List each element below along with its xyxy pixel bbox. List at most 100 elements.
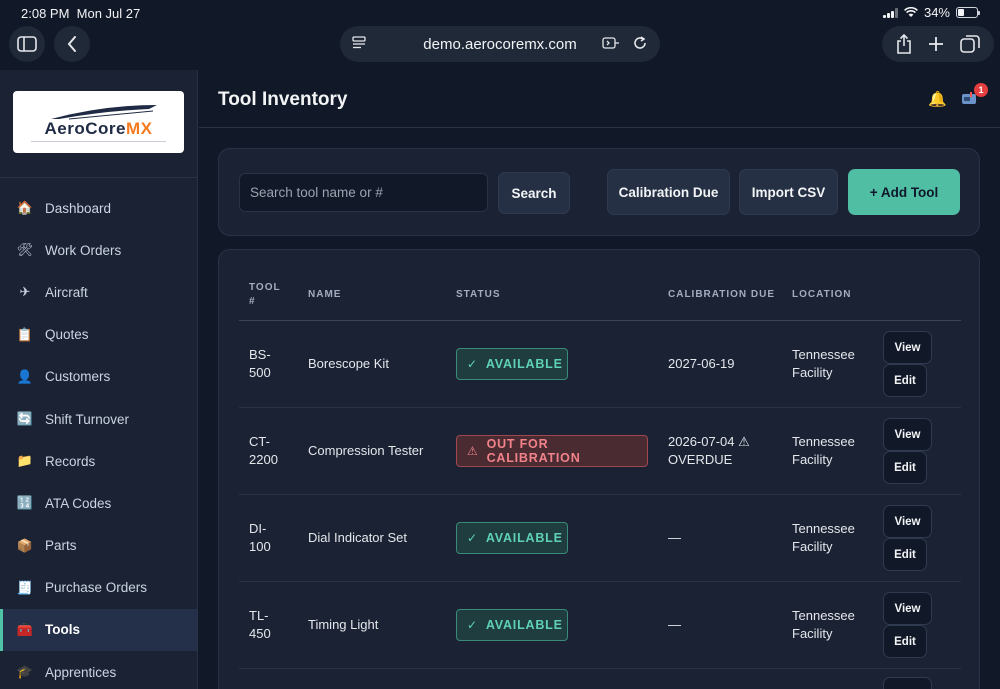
airplane-icon: ✈ [19, 284, 31, 300]
new-tab-icon[interactable] [928, 36, 944, 52]
sidebar-item-tools[interactable]: 🧰 Tools [0, 608, 197, 652]
sidebar-item-records[interactable]: 📁 Records [0, 440, 197, 482]
sidebar-item-label: Parts [45, 538, 77, 554]
view-button[interactable] [883, 677, 932, 689]
table-row: DI-100 Dial Indicator Set ✓ AVAILABLE — Tenne… [239, 495, 961, 582]
view-button[interactable]: View [883, 505, 932, 538]
sidebar-toggle-button[interactable] [9, 26, 45, 62]
calibration-date: 2026-07-04 ⚠ OVERDUE [668, 434, 750, 467]
graduation-cap-icon: 🎓 [16, 664, 34, 680]
numbers-icon: 🔢 [16, 495, 34, 511]
status-badge: ⚠ OUT FOR CALIBRATION [456, 435, 648, 467]
reload-icon[interactable] [632, 35, 648, 51]
column-header-calibration: CALIBRATION DUE [668, 289, 776, 300]
user-icon: 👤 [16, 368, 34, 384]
edit-button[interactable]: Edit [883, 451, 927, 484]
tool-toolbar: Search Calibration Due Import CSV + Add … [218, 148, 980, 236]
status-bar: 2:08 PM Mon Jul 27 34% [0, 0, 1000, 26]
edit-button[interactable]: Edit [883, 538, 927, 571]
bell-icon[interactable]: 🔔 [928, 90, 947, 108]
sidebar-item-quotes[interactable]: 📋 Quotes [0, 314, 197, 356]
sidebar-item-purchase-orders[interactable]: 🧾 Purchase Orders [0, 567, 197, 609]
tool-location: Tennessee Facility [792, 347, 855, 380]
tool-name: Compression Tester [308, 443, 424, 458]
sidebar-item-customers[interactable]: 👤 Customers [0, 356, 197, 398]
sidebar-item-label: ATA Codes [45, 495, 112, 511]
sidebar-item-aircraft[interactable]: ✈ Aircraft [0, 271, 197, 313]
sidebar-item-label: Dashboard [45, 200, 112, 216]
back-button[interactable] [54, 26, 90, 62]
tool-number: TL-450 [249, 608, 271, 641]
table-row: TL-450 Timing Light ✓ AVAILABLE — Tennessee F… [239, 582, 961, 669]
url-text: demo.aerocoremx.com [423, 35, 577, 53]
package-icon: 📦 [16, 537, 34, 553]
company-logo[interactable]: AeroCoreMX [13, 91, 184, 153]
check-icon: ✓ [467, 357, 478, 371]
page-title: Tool Inventory [218, 89, 348, 110]
wifi-icon [904, 7, 918, 17]
calibration-date: — [668, 617, 681, 632]
receipt-icon: 🧾 [16, 579, 34, 595]
tool-number: DI-100 [249, 521, 271, 554]
search-input[interactable] [239, 173, 488, 212]
sidebar-item-label: Customers [45, 369, 111, 385]
calibration-date: 2027-06-19 [668, 356, 735, 371]
column-header-status: STATUS [456, 289, 501, 300]
folder-icon: 📁 [16, 453, 34, 469]
sidebar-item-label: Work Orders [45, 242, 122, 258]
edit-button[interactable]: Edit [883, 364, 927, 397]
tool-location: Tennessee Facility [792, 608, 855, 641]
page-header: Tool Inventory 🔔 1 [199, 70, 1000, 128]
battery-icon [956, 7, 980, 18]
status-indicators: 34% [882, 5, 980, 20]
tools-icon: 🛠 [16, 242, 34, 258]
tool-location: Tennessee Facility [792, 521, 855, 554]
signal-icon [882, 7, 898, 18]
tool-table: TOOL # NAME STATUS CALIBRATION DUE LOCAT… [218, 249, 980, 689]
column-header-name: NAME [308, 289, 342, 300]
sidebar-item-dashboard[interactable]: 🏠 Dashboard [0, 187, 197, 229]
tool-number: CT-2200 [249, 434, 278, 467]
status-text: AVAILABLE [485, 531, 563, 545]
battery-percent: 34% [923, 5, 950, 20]
sidebar-icon [17, 36, 37, 52]
chevron-left-icon [67, 36, 76, 52]
tabs-icon[interactable] [960, 34, 980, 54]
column-header-location: LOCATION [792, 289, 852, 300]
extension-icon[interactable] [602, 36, 620, 50]
sidebar-item-work-orders[interactable]: 🛠 Work Orders [0, 229, 197, 271]
tool-name: Dial Indicator Set [308, 530, 407, 545]
sidebar-item-parts[interactable]: 📦 Parts [0, 525, 197, 567]
calibration-due-button[interactable]: Calibration Due [607, 169, 730, 215]
status-text: AVAILABLE [485, 357, 563, 371]
table-row: CT-2200 Compression Tester ⚠ OUT FOR CALIBR… [239, 408, 961, 495]
browser-actions [882, 26, 994, 62]
share-icon[interactable] [896, 34, 912, 54]
column-header-tool: TOOL # [249, 282, 281, 307]
sidebar-item-label: Quotes [45, 327, 89, 343]
tool-location: Tennessee Facility [792, 434, 855, 467]
view-button[interactable]: View [883, 592, 932, 625]
check-icon: ✓ [467, 531, 478, 545]
sidebar-divider [0, 177, 197, 178]
warning-icon: ⚠ [467, 444, 479, 458]
toolbox-icon: 🧰 [16, 621, 34, 637]
sidebar-item-apprentices[interactable]: 🎓 Apprentices [0, 651, 197, 689]
edit-button[interactable]: Edit [883, 625, 927, 658]
search-button[interactable]: Search [498, 172, 570, 214]
status-badge: ✓ AVAILABLE [456, 609, 568, 641]
clipboard-icon: 📋 [16, 326, 34, 342]
logo-wordmark: AeroCoreMX [44, 119, 153, 138]
sidebar-item-shift-turnover[interactable]: 🔄 Shift Turnover [0, 398, 197, 440]
view-button[interactable]: View [883, 418, 932, 451]
tool-name: Timing Light [308, 617, 379, 632]
add-tool-button[interactable]: + Add Tool [848, 169, 960, 215]
calibration-date: — [668, 530, 681, 545]
tool-name: Borescope Kit [308, 356, 389, 371]
page-settings-icon [352, 36, 366, 49]
address-bar[interactable]: demo.aerocoremx.com [340, 26, 660, 62]
view-button[interactable]: View [883, 331, 932, 364]
import-csv-button[interactable]: Import CSV [739, 169, 838, 215]
tool-number: BS-500 [249, 347, 271, 380]
sidebar-item-ata-codes[interactable]: 🔢 ATA Codes [0, 482, 197, 524]
